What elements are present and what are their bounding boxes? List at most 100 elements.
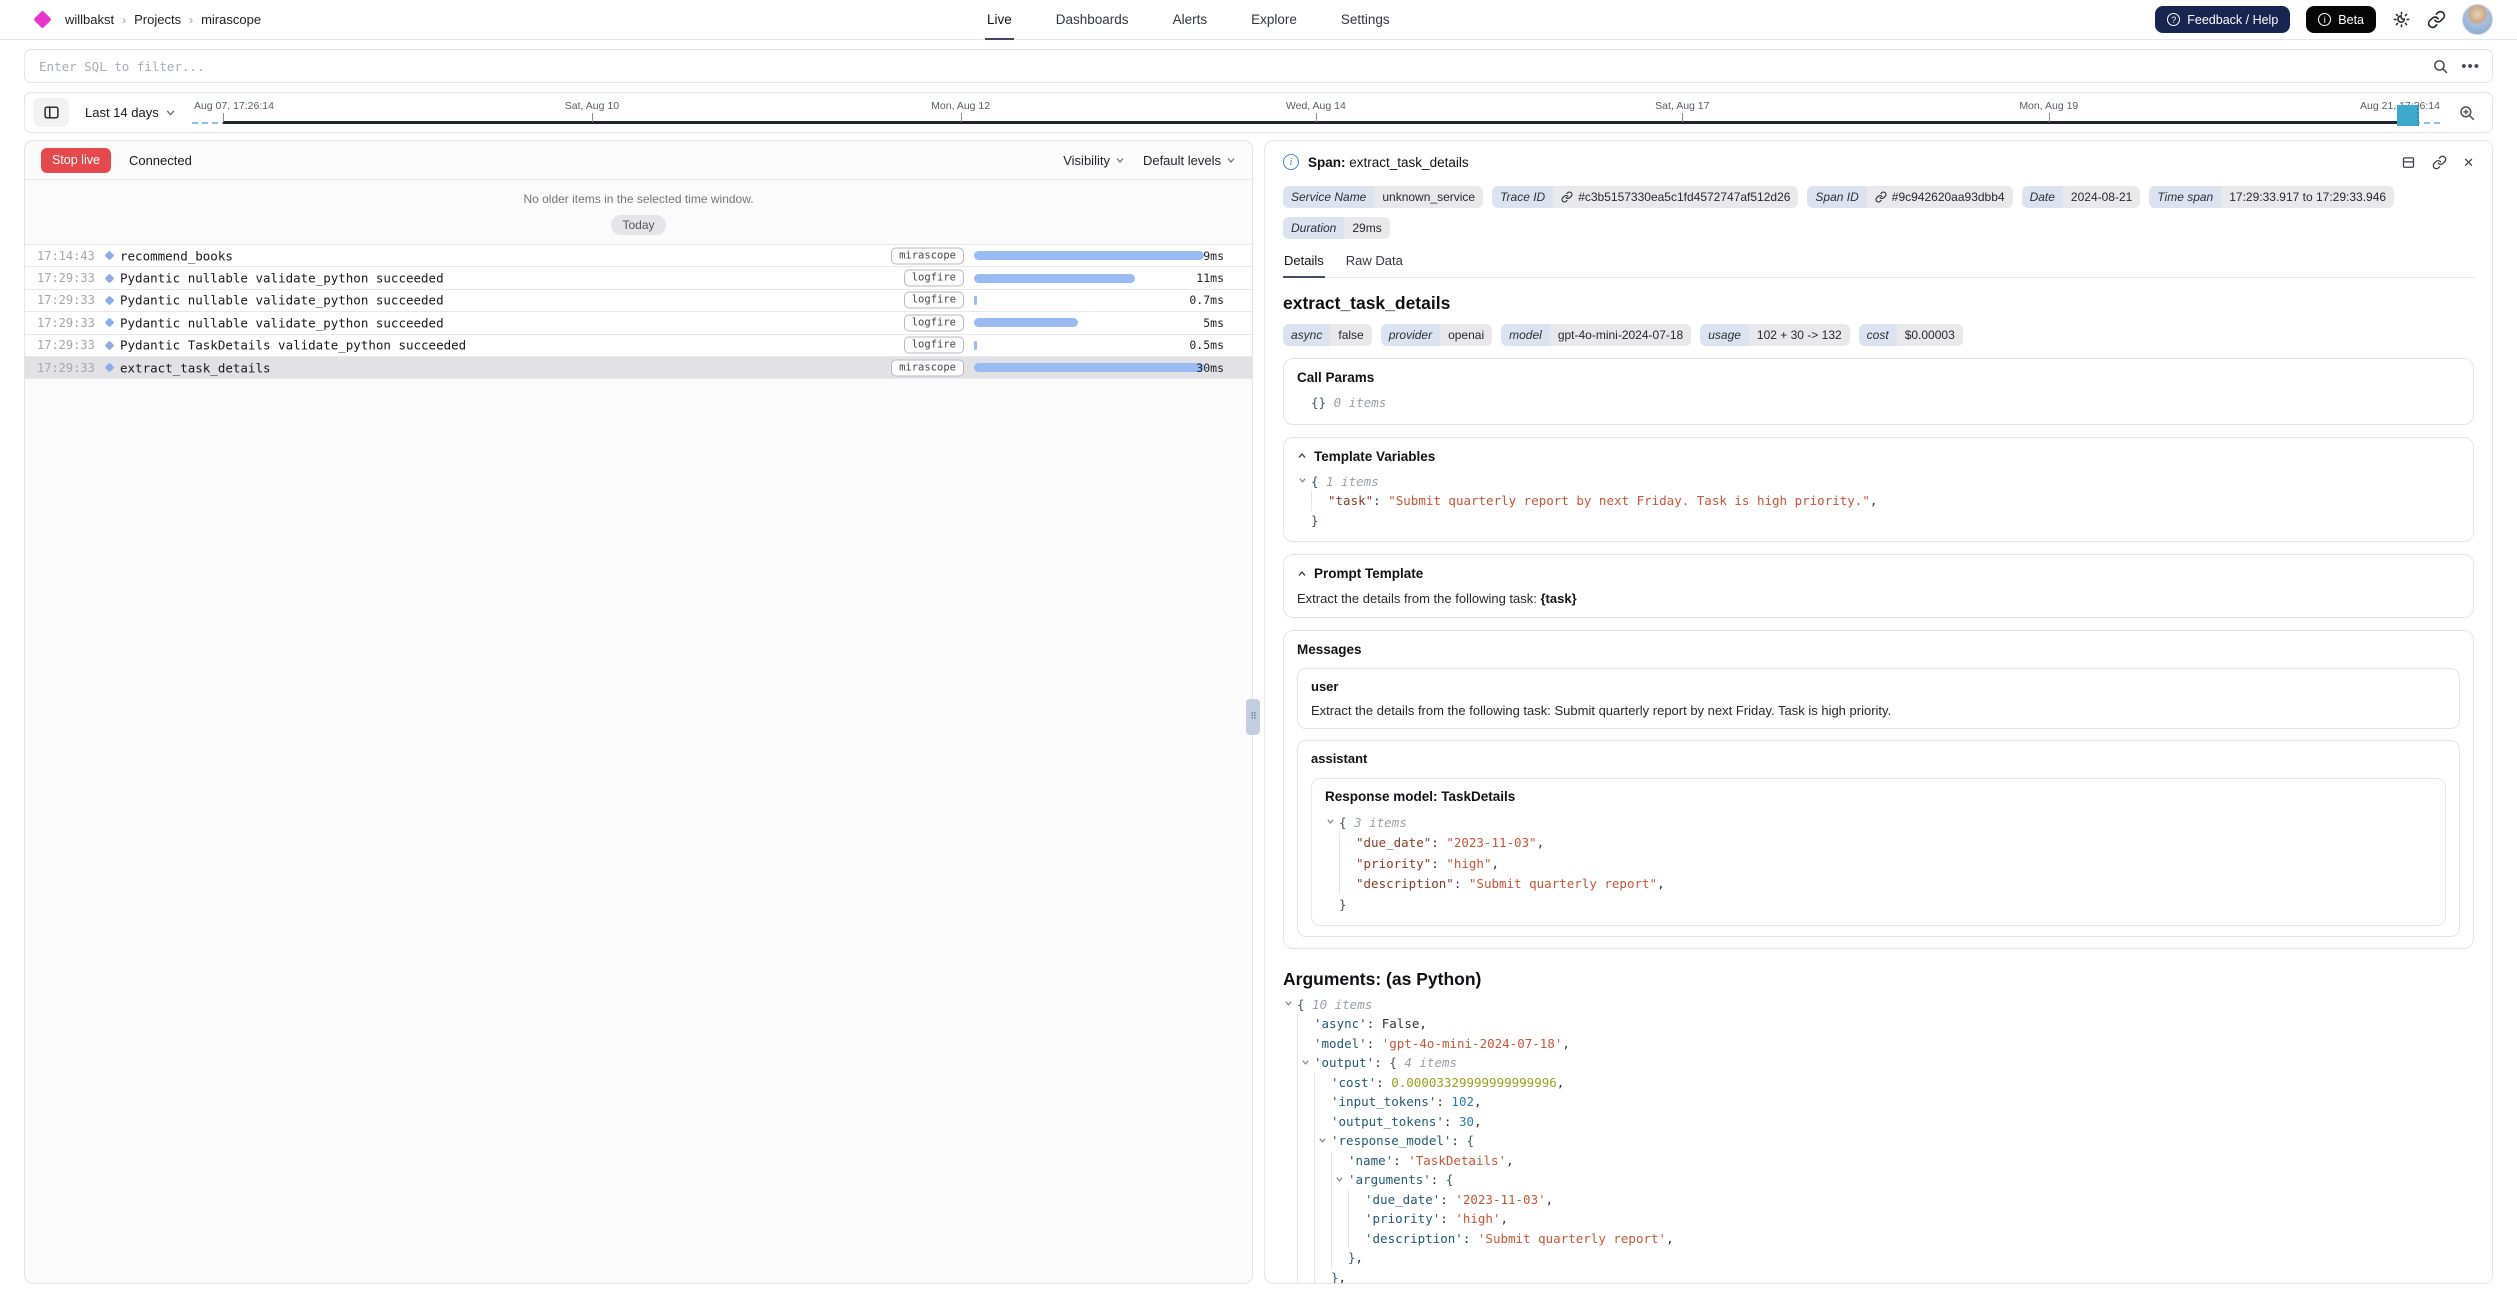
panel-resize-handle[interactable]: ⠿: [1246, 699, 1260, 735]
indent-guide: [1314, 1229, 1331, 1249]
span-diamond-icon: [105, 363, 115, 373]
badge-value: 102 + 30 -> 132: [1749, 324, 1850, 346]
code-line: }: [1339, 894, 2432, 915]
indent-guide: [1339, 874, 1356, 895]
span-attr-badges: asyncfalseprovideropenaimodelgpt-4o-mini…: [1283, 324, 2474, 346]
indent-guide: [1314, 1190, 1331, 1210]
expand-chevron-icon[interactable]: [1301, 1058, 1310, 1067]
close-icon[interactable]: ✕: [2463, 156, 2474, 169]
messages-title: Messages: [1297, 642, 2460, 657]
theme-toggle-icon[interactable]: [2392, 10, 2411, 29]
service-tag[interactable]: logfire: [904, 337, 964, 354]
default-levels-dropdown[interactable]: Default levels: [1143, 153, 1236, 168]
indent-guide: [1314, 1268, 1331, 1285]
span-info-icon: i: [1283, 154, 1299, 170]
span-row[interactable]: 17:29:33Pydantic nullable validate_pytho…: [25, 266, 1252, 288]
template-variables-code: { 1 items"task": "Submit quarterly repor…: [1297, 472, 2460, 531]
span-row[interactable]: 17:29:33extract_task_detailsmirascope30m…: [25, 356, 1252, 378]
service-tag[interactable]: logfire: [904, 292, 964, 309]
link-icon[interactable]: [1875, 191, 1887, 203]
duration-bar-track: [974, 363, 1204, 372]
indent-guide: [1331, 1229, 1348, 1249]
tab-dashboards[interactable]: Dashboards: [1054, 0, 1131, 40]
badge-label: provider: [1381, 324, 1440, 346]
duration-bar-track: [974, 341, 1204, 350]
timeline-selected-window: [223, 121, 2397, 124]
code-line: },: [1297, 1248, 2474, 1268]
beta-label: Beta: [2338, 13, 2364, 27]
span-row[interactable]: 17:29:33Pydantic TaskDetails validate_py…: [25, 334, 1252, 356]
stop-live-button[interactable]: Stop live: [41, 148, 111, 173]
tab-alerts[interactable]: Alerts: [1171, 0, 1210, 40]
collapse-caret-icon[interactable]: [1297, 569, 1307, 579]
expand-chevron-icon[interactable]: [1318, 1136, 1327, 1145]
duration-bar: [974, 341, 977, 350]
message-role: assistant: [1311, 751, 2446, 766]
indent-guide: [1314, 1151, 1331, 1171]
duration-bar: [974, 318, 1078, 327]
badge-value: $0.00003: [1897, 324, 1963, 346]
span-name: Pydantic nullable validate_python succee…: [120, 315, 444, 330]
user-avatar[interactable]: [2462, 4, 2493, 35]
visibility-dropdown[interactable]: Visibility: [1063, 153, 1125, 168]
badge-duration: Duration29ms: [1283, 217, 1390, 239]
feedback-help-button[interactable]: ? Feedback / Help: [2155, 6, 2290, 33]
expand-chevron-icon[interactable]: [1298, 476, 1307, 485]
span-row[interactable]: 17:14:43recommend_booksmirascope9ms: [25, 244, 1252, 266]
badge-usage: usage102 + 30 -> 132: [1700, 324, 1849, 346]
tab-details[interactable]: Details: [1283, 253, 1325, 278]
breadcrumb-item[interactable]: mirascope: [201, 12, 261, 27]
collapse-caret-icon[interactable]: [1297, 451, 1307, 461]
more-options-icon[interactable]: •••: [2461, 59, 2480, 74]
service-tag[interactable]: logfire: [904, 270, 964, 287]
indent-guide: [1348, 1229, 1365, 1249]
indent-guide: [1297, 1170, 1314, 1190]
tab-live[interactable]: Live: [985, 0, 1014, 40]
share-link-icon[interactable]: [2427, 10, 2446, 29]
main-content: Stop live Connected Visibility Default l…: [24, 140, 2493, 1284]
span-timestamp: 17:29:33: [37, 338, 95, 352]
timeline-zoom-icon[interactable]: [2450, 98, 2484, 128]
link-icon[interactable]: [1561, 191, 1573, 203]
user-message-card: user Extract the details from the follow…: [1297, 668, 2460, 729]
timeline-track[interactable]: Aug 07, 17:26:14Sat, Aug 10Mon, Aug 12We…: [192, 93, 2440, 132]
sql-filter-input[interactable]: [37, 58, 2420, 75]
connection-status: Connected: [129, 153, 192, 168]
badge-label: Trace ID: [1492, 186, 1553, 208]
span-name: Pydantic nullable validate_python succee…: [120, 293, 444, 308]
copy-link-icon[interactable]: [2432, 155, 2447, 170]
service-tag[interactable]: logfire: [904, 314, 964, 331]
expand-chevron-icon[interactable]: [1284, 999, 1293, 1008]
expand-chevron-icon[interactable]: [1326, 817, 1335, 826]
code-line: 'cost': 0.00003329999999999996,: [1297, 1073, 2474, 1093]
dock-panel-icon[interactable]: [2401, 155, 2416, 170]
breadcrumb-item[interactable]: Projects: [134, 12, 181, 27]
span-row[interactable]: 17:29:33Pydantic nullable validate_pytho…: [25, 289, 1252, 311]
indent-guide: [1331, 1190, 1348, 1210]
breadcrumb-item[interactable]: willbakst: [65, 12, 114, 27]
time-range-select[interactable]: Last 14 days: [85, 105, 176, 120]
span-rows: 17:14:43recommend_booksmirascope9ms17:29…: [25, 244, 1252, 379]
indent-guide: [1331, 1209, 1348, 1229]
indent-guide: [1348, 1190, 1365, 1210]
timeline-tick-label: Mon, Aug 19: [2019, 100, 2078, 112]
call-params-code: {} 0 items: [1297, 393, 2460, 413]
expand-chevron-icon[interactable]: [1335, 1175, 1344, 1184]
sidebar-toggle-icon[interactable]: [33, 98, 69, 127]
span-timestamp: 17:14:43: [37, 249, 95, 263]
tab-raw-data[interactable]: Raw Data: [1345, 253, 1404, 278]
span-row[interactable]: 17:29:33Pydantic nullable validate_pytho…: [25, 311, 1252, 333]
search-icon[interactable]: [2432, 58, 2449, 75]
indent-guide: [1297, 1014, 1314, 1034]
timeline-live-selection[interactable]: [2397, 105, 2418, 126]
service-tag[interactable]: mirascope: [891, 247, 964, 264]
tab-explore[interactable]: Explore: [1249, 0, 1299, 40]
duration-bar-track: [974, 251, 1204, 260]
beta-button[interactable]: i Beta: [2306, 6, 2376, 33]
span-diamond-icon: [105, 318, 115, 328]
messages-card: Messages user Extract the details from t…: [1283, 630, 2474, 949]
tab-settings[interactable]: Settings: [1339, 0, 1392, 40]
badge-value: 29ms: [1344, 217, 1389, 239]
service-tag[interactable]: mirascope: [891, 359, 964, 376]
question-icon: ?: [2167, 13, 2180, 26]
